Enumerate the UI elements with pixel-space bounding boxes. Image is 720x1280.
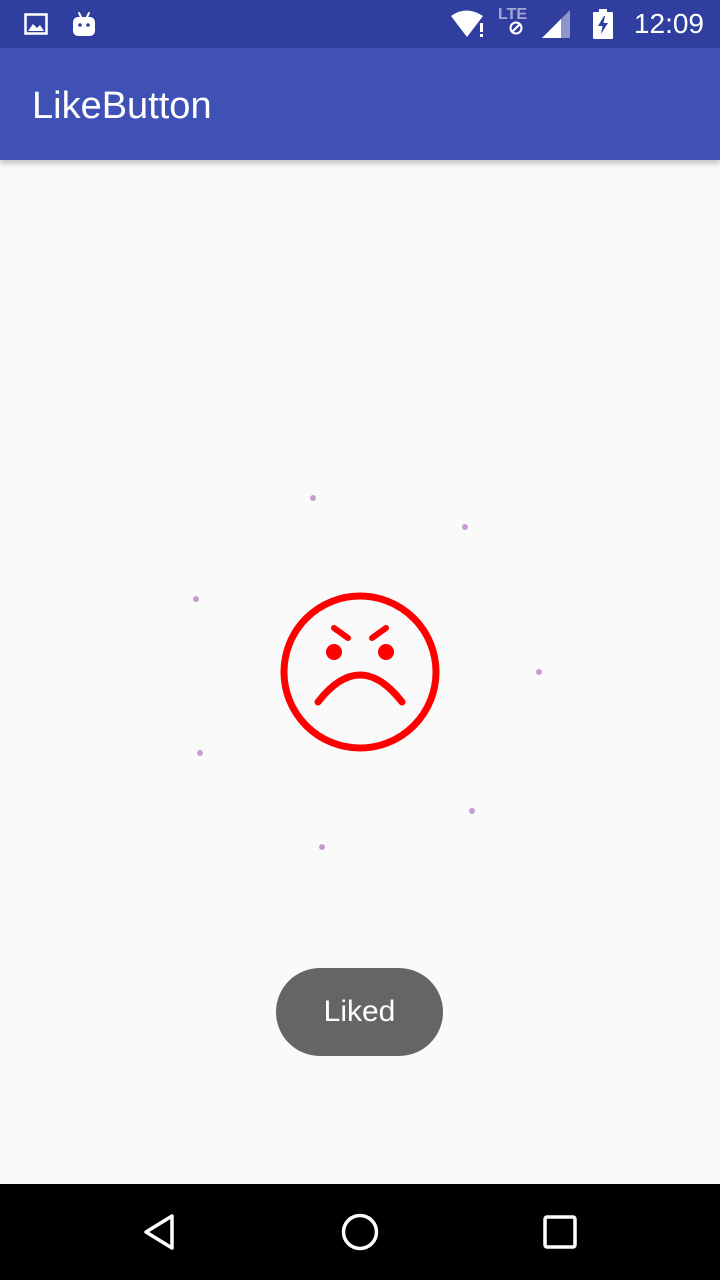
image-icon [24,0,48,48]
status-time: 12:09 [633,8,704,39]
main-content: Liked [0,160,720,1184]
toast-message: Liked [276,968,443,1056]
recents-button[interactable] [512,1184,608,1280]
like-button[interactable] [278,590,442,754]
battery-charging-icon [593,0,613,48]
wifi-icon [450,0,486,48]
recents-icon [543,1215,577,1249]
no-data-icon [508,4,524,52]
sparkle-dot [469,808,475,814]
app-bar: LikeButton [0,48,720,160]
home-icon [341,1213,379,1251]
sparkle-dot [462,524,468,530]
angry-face-icon [280,592,440,752]
status-bar: LTE 12:09 [0,0,720,48]
navigation-bar [0,1184,720,1280]
back-icon [144,1214,174,1250]
back-button[interactable] [112,1184,208,1280]
sparkle-dot [536,669,542,675]
app-title: LikeButton [32,85,212,127]
signal-icon [540,0,572,48]
android-icon [72,0,96,48]
sparkle-dot [193,596,199,602]
sparkle-dot [310,495,316,501]
toast-text: Liked [323,995,396,1028]
home-button[interactable] [312,1184,408,1280]
sparkle-dot [319,844,325,850]
sparkle-dot [197,750,203,756]
